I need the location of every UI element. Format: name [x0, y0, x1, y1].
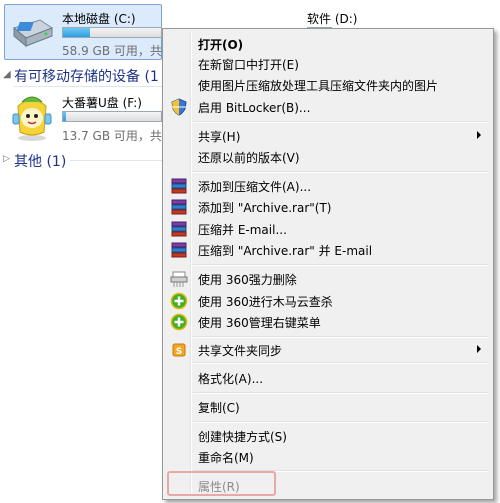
menu-item-rename[interactable]: 重命名(M) — [165, 446, 491, 468]
menu-item-label: 重命名(M) — [198, 451, 254, 465]
menu-item-360-force-delete[interactable]: 使用 360强力删除 — [165, 268, 491, 290]
menu-item-label: 使用图片压缩放处理工具压缩文件夹内的图片 — [198, 79, 439, 93]
menu-item-label: 启用 BitLocker(B)... — [198, 101, 311, 115]
drive-name-usb: 大番薯U盘 (F:) — [62, 96, 142, 110]
menu-item-label: 共享(H) — [198, 130, 241, 144]
menu-item-label: 在新窗口中打开(E) — [198, 58, 299, 72]
properties-highlight-box — [167, 471, 276, 496]
hard-drive-icon — [10, 16, 54, 50]
menu-item-share[interactable]: 共享(H) — [165, 125, 491, 147]
usb-mascot-icon — [8, 92, 56, 142]
menu-separator — [193, 421, 489, 423]
menu-item-bitlocker[interactable]: 启用 BitLocker(B)... — [165, 96, 491, 118]
group-divider — [70, 160, 162, 161]
expand-arrow-icon[interactable]: ▷ — [3, 154, 10, 164]
drive-free-c: 58.9 GB 可用，共 8 — [62, 44, 174, 58]
menu-item-label: 共享文件夹同步 — [198, 344, 283, 358]
menu-item-compress-rar-email[interactable]: 压缩到 "Archive.rar" 并 E-mail — [165, 239, 491, 261]
menu-item-restore-versions[interactable]: 还原以前的版本(V) — [165, 146, 491, 168]
folder-sync-icon: S — [170, 341, 188, 359]
winrar-books-icon — [170, 241, 188, 259]
menu-item-create-shortcut[interactable]: 创建快捷方式(S) — [165, 425, 491, 447]
menu-item-add-archive-rar[interactable]: 添加到 "Archive.rar"(T) — [165, 196, 491, 218]
menu-separator — [193, 171, 489, 173]
360-plus-icon — [170, 313, 188, 331]
menu-item-label: 使用 360管理右键菜单 — [198, 316, 321, 330]
drive-name-c: 本地磁盘 (C:) — [62, 12, 136, 26]
menu-separator — [193, 362, 489, 364]
submenu-arrow-icon — [477, 131, 481, 139]
menu-item-label: 添加到 "Archive.rar"(T) — [198, 201, 332, 215]
drive-name-d: 软件 (D:) — [307, 12, 358, 26]
drive-usage-bar-usb — [62, 111, 162, 122]
shield-icon — [170, 98, 188, 116]
menu-item-label: 压缩到 "Archive.rar" 并 E-mail — [198, 244, 373, 258]
submenu-arrow-icon — [477, 345, 481, 353]
winrar-books-icon — [170, 198, 188, 216]
menu-item-label: 添加到压缩文件(A)... — [198, 180, 312, 194]
menu-separator — [193, 264, 489, 266]
menu-separator — [193, 392, 489, 394]
menu-item-compress-email[interactable]: 压缩并 E-mail... — [165, 218, 491, 240]
menu-item-image-compress-tool[interactable]: 使用图片压缩放处理工具压缩文件夹内的图片 — [165, 74, 491, 96]
360-plus-icon — [170, 292, 188, 310]
menu-separator — [193, 336, 489, 338]
menu-item-label: 复制(C) — [198, 401, 240, 415]
menu-item-format[interactable]: 格式化(A)... — [165, 367, 491, 389]
group-header-other[interactable]: 其他 (1) — [14, 151, 66, 171]
menu-item-label: 创建快捷方式(S) — [198, 430, 287, 444]
drive-free-usb: 13.7 GB 可用，共 1 — [62, 129, 174, 143]
context-menu: 打开(O) 在新窗口中打开(E) 使用图片压缩放处理工具压缩文件夹内的图片 启用… — [162, 28, 494, 500]
menu-item-label: 还原以前的版本(V) — [198, 151, 300, 165]
group-divider — [14, 86, 162, 87]
drive-usage-bar-c — [62, 27, 162, 38]
menu-item-open[interactable]: 打开(O) — [165, 33, 491, 55]
menu-item-label: 打开(O) — [198, 38, 244, 52]
winrar-books-icon — [170, 177, 188, 195]
menu-item-label: 压缩并 E-mail... — [198, 223, 287, 237]
menu-separator — [193, 121, 489, 123]
shredder-icon — [170, 270, 188, 288]
menu-item-label: 格式化(A)... — [198, 372, 264, 386]
menu-item-open-new-window[interactable]: 在新窗口中打开(E) — [165, 53, 491, 75]
menu-item-sync-folder[interactable]: S 共享文件夹同步 — [165, 339, 491, 361]
menu-item-add-archive[interactable]: 添加到压缩文件(A)... — [165, 175, 491, 197]
menu-item-label: 使用 360强力删除 — [198, 273, 297, 287]
menu-item-360-manage-menu[interactable]: 使用 360管理右键菜单 — [165, 311, 491, 333]
winrar-books-icon — [170, 220, 188, 238]
group-header-removable[interactable]: 有可移动存储的设备 (1 — [14, 66, 159, 86]
svg-text:S: S — [176, 347, 182, 357]
menu-item-label: 使用 360进行木马云查杀 — [198, 295, 333, 309]
collapse-arrow-icon[interactable]: ◢ — [3, 69, 11, 80]
menu-item-copy[interactable]: 复制(C) — [165, 396, 491, 418]
menu-item-360-trojan-scan[interactable]: 使用 360进行木马云查杀 — [165, 290, 491, 312]
